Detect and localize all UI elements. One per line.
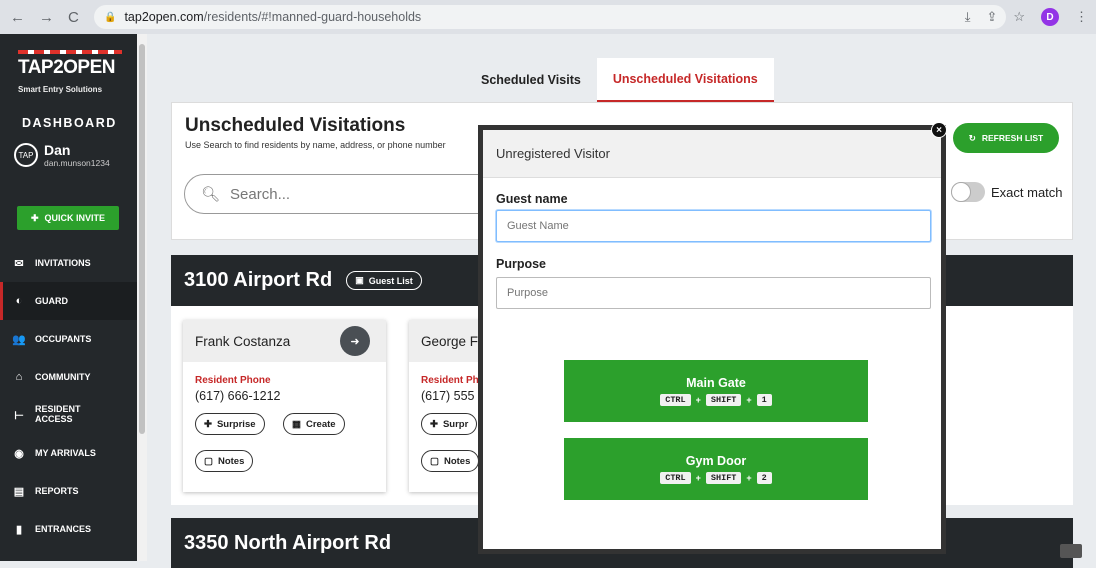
user-profile[interactable]: TAP Dan dan.munson1234 <box>14 142 110 168</box>
calendar-icon: ▦ <box>292 418 301 430</box>
resident-card-header: Frank Costanza ➜ <box>183 320 386 362</box>
surprise-button[interactable]: ✚ Surpr <box>421 413 478 435</box>
back-icon[interactable]: ← <box>10 9 25 26</box>
guest-name-label: Guest name <box>496 192 568 206</box>
sidebar-item-resident-access[interactable]: ⊢ RESIDENT ACCESS <box>0 396 137 434</box>
visit-tabs: Scheduled Visits Unscheduled Visitations <box>465 58 774 102</box>
refresh-icon: ↻ <box>968 132 976 143</box>
sidebar-item-reports[interactable]: ▤ REPORTS <box>0 472 137 510</box>
keyboard-icon[interactable] <box>1060 544 1082 558</box>
avatar: TAP <box>14 143 38 167</box>
shield-icon: ◐ <box>15 295 23 307</box>
quick-invite-button[interactable]: ✚ QUICK INVITE <box>17 206 119 230</box>
search-hint: Use Search to find residents by name, ad… <box>185 140 446 150</box>
sidebar-item-invitations[interactable]: ✉ INVITATIONS <box>0 244 137 282</box>
page-title: Unscheduled Visitations <box>185 115 406 136</box>
user-name: Dan <box>44 142 71 158</box>
brand-name: TAP2OPEN <box>18 57 116 78</box>
browser-toolbar: ← → C 🔒 tap2open.com/residents/#!manned-… <box>0 0 1096 34</box>
refresh-list-button[interactable]: ↻ REFRESH LIST <box>953 123 1059 153</box>
gym-door-button[interactable]: Gym Door CTRL + SHIFT + 2 <box>564 438 868 500</box>
notes-button[interactable]: ▢ Notes <box>421 450 480 472</box>
plus-icon: ✚ <box>204 418 212 430</box>
install-icon[interactable]: ⤓ <box>965 9 971 25</box>
shortcut-keys: CTRL + SHIFT + 2 <box>660 472 772 484</box>
tab-unscheduled-visitations[interactable]: Unscheduled Visitations <box>596 58 774 102</box>
sidebar: TAP2OPEN Smart Entry Solutions DASHBOARD… <box>0 34 137 561</box>
envelope-icon: ✉ <box>14 257 24 270</box>
resident-phone: (617) 666-1212 <box>195 389 281 403</box>
purpose-label: Purpose <box>496 257 547 271</box>
people-icon: 👥 <box>12 333 26 346</box>
gate-name: Main Gate <box>686 376 746 390</box>
shortcut-keys: CTRL + SHIFT + 1 <box>660 394 772 406</box>
household-address: 3100 Airport Rd <box>184 269 333 291</box>
notes-button[interactable]: ▢ Notes <box>195 450 254 472</box>
gate-name: Gym Door <box>685 454 747 468</box>
gate-icon: ⊢ <box>14 409 24 422</box>
resident-phone-label: Resident Ph <box>421 375 479 386</box>
tab-scheduled-visits[interactable]: Scheduled Visits <box>465 58 597 102</box>
brand-tagline: Smart Entry Solutions <box>18 85 103 94</box>
guest-name-field[interactable] <box>496 210 931 242</box>
modal-title: Unregistered Visitor <box>483 130 941 178</box>
note-icon: ▢ <box>204 455 213 467</box>
plus-icon: ✚ <box>430 418 438 430</box>
guest-list-button[interactable]: ▣ Guest List <box>346 271 422 290</box>
resident-phone: (617) 555 <box>421 389 475 403</box>
eye-icon: ◉ <box>14 447 24 460</box>
exact-match-toggle[interactable]: Exact match <box>951 182 1063 202</box>
sidebar-item-guard[interactable]: ◐ GUARD <box>0 282 137 320</box>
sidebar-item-occupants[interactable]: 👥 OCCUPANTS <box>0 320 137 358</box>
household-address: 3350 North Airport Rd <box>184 531 392 554</box>
star-icon[interactable]: ☆ <box>1013 9 1025 25</box>
sidebar-item-community[interactable]: ⌂ COMMUNITY <box>0 358 137 396</box>
sign-in-icon[interactable]: ➜ <box>340 326 370 356</box>
url-domain: tap2open.com <box>124 10 204 24</box>
resident-name: George F <box>421 333 479 349</box>
plus-icon: ✚ <box>30 212 39 223</box>
create-button[interactable]: ▦ Create <box>283 413 345 435</box>
toggle-switch[interactable] <box>951 182 985 202</box>
forward-icon[interactable]: → <box>39 9 54 26</box>
unregistered-visitor-modal: Unregistered Visitor Guest name Purpose … <box>478 125 946 554</box>
report-icon: ▤ <box>13 485 25 498</box>
main-gate-button[interactable]: Main Gate CTRL + SHIFT + 1 <box>564 360 868 422</box>
reload-icon[interactable]: C <box>68 9 79 26</box>
address-bar[interactable]: 🔒 tap2open.com/residents/#!manned-guard-… <box>94 5 1006 29</box>
sidebar-item-my-arrivals[interactable]: ◉ MY ARRIVALS <box>0 434 137 472</box>
resident-card: Frank Costanza ➜ Resident Phone (617) 66… <box>183 320 386 492</box>
resident-name: Frank Costanza <box>195 333 291 349</box>
door-icon: ▮ <box>15 523 23 536</box>
share-icon[interactable]: ⇪ <box>986 9 997 25</box>
sidebar-scroll-thumb[interactable] <box>139 44 145 434</box>
lock-icon: 🔒 <box>104 11 117 23</box>
search-icon: 🔍︎ <box>201 186 221 203</box>
dashboard-heading: DASHBOARD <box>22 116 117 130</box>
purpose-field[interactable] <box>496 277 931 309</box>
profile-avatar[interactable]: D <box>1041 8 1059 26</box>
note-icon: ▢ <box>430 455 439 467</box>
surprise-button[interactable]: ✚ Surprise <box>195 413 265 435</box>
url-path: /residents/#!manned-guard-households <box>203 10 422 24</box>
user-handle: dan.munson1234 <box>44 158 110 168</box>
list-icon: ▣ <box>355 275 364 285</box>
close-icon[interactable]: × <box>931 122 947 138</box>
home-icon: ⌂ <box>15 371 23 383</box>
resident-phone-label: Resident Phone <box>195 375 271 386</box>
sidebar-item-entrances[interactable]: ▮ ENTRANCES <box>0 510 137 548</box>
logo[interactable]: TAP2OPEN Smart Entry Solutions <box>18 50 122 114</box>
sidebar-menu: ✉ INVITATIONS ◐ GUARD 👥 OCCUPANTS ⌂ COMMUNIT… <box>0 244 137 548</box>
kebab-menu-icon[interactable]: ⋮ <box>1075 9 1088 25</box>
